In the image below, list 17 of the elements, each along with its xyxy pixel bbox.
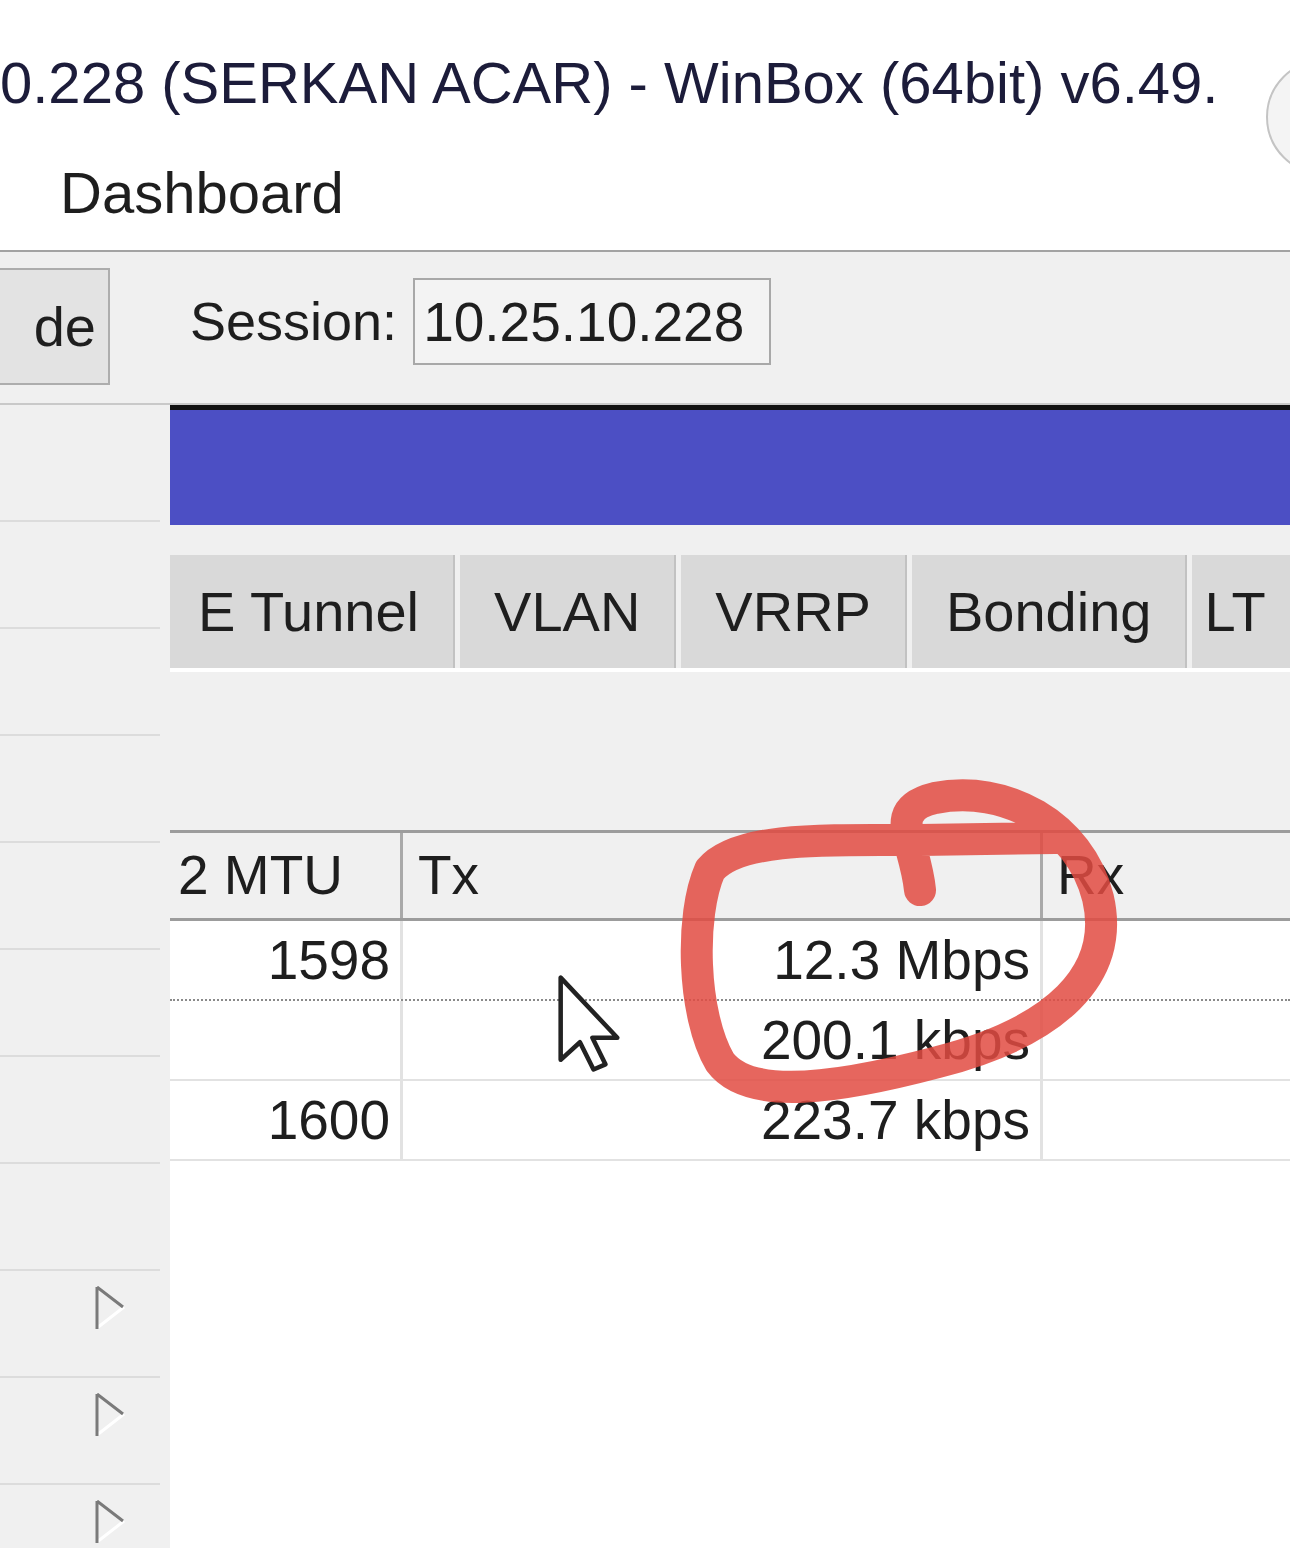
tab[interactable]: LT [1192, 555, 1290, 668]
table-cell: 1600 [170, 1081, 403, 1159]
tab[interactable]: Bonding [911, 555, 1188, 668]
tab[interactable]: E Tunnel [170, 555, 456, 668]
table-cell: 1598 [170, 921, 403, 999]
window-title: 0.228 (SERKAN ACAR) - WinBox (64bit) v6.49. [0, 49, 1219, 117]
tab[interactable]: VRRP [681, 555, 907, 668]
menu-item[interactable]: Dashboard [60, 160, 344, 225]
session-label: Session: [190, 290, 398, 352]
tab[interactable]: VLAN [460, 555, 677, 668]
table-row[interactable]: 1600 223.7 kbps [170, 1081, 1290, 1161]
column-header[interactable]: Tx [403, 833, 1043, 918]
mouse-cursor-icon [555, 972, 623, 1074]
column-header[interactable]: 2 MTU [170, 833, 403, 918]
session-field[interactable]: 10.25.10.228 [413, 278, 772, 365]
table-cell: 223.7 kbps [403, 1081, 1043, 1159]
toolbar-button[interactable]: de [0, 268, 110, 385]
